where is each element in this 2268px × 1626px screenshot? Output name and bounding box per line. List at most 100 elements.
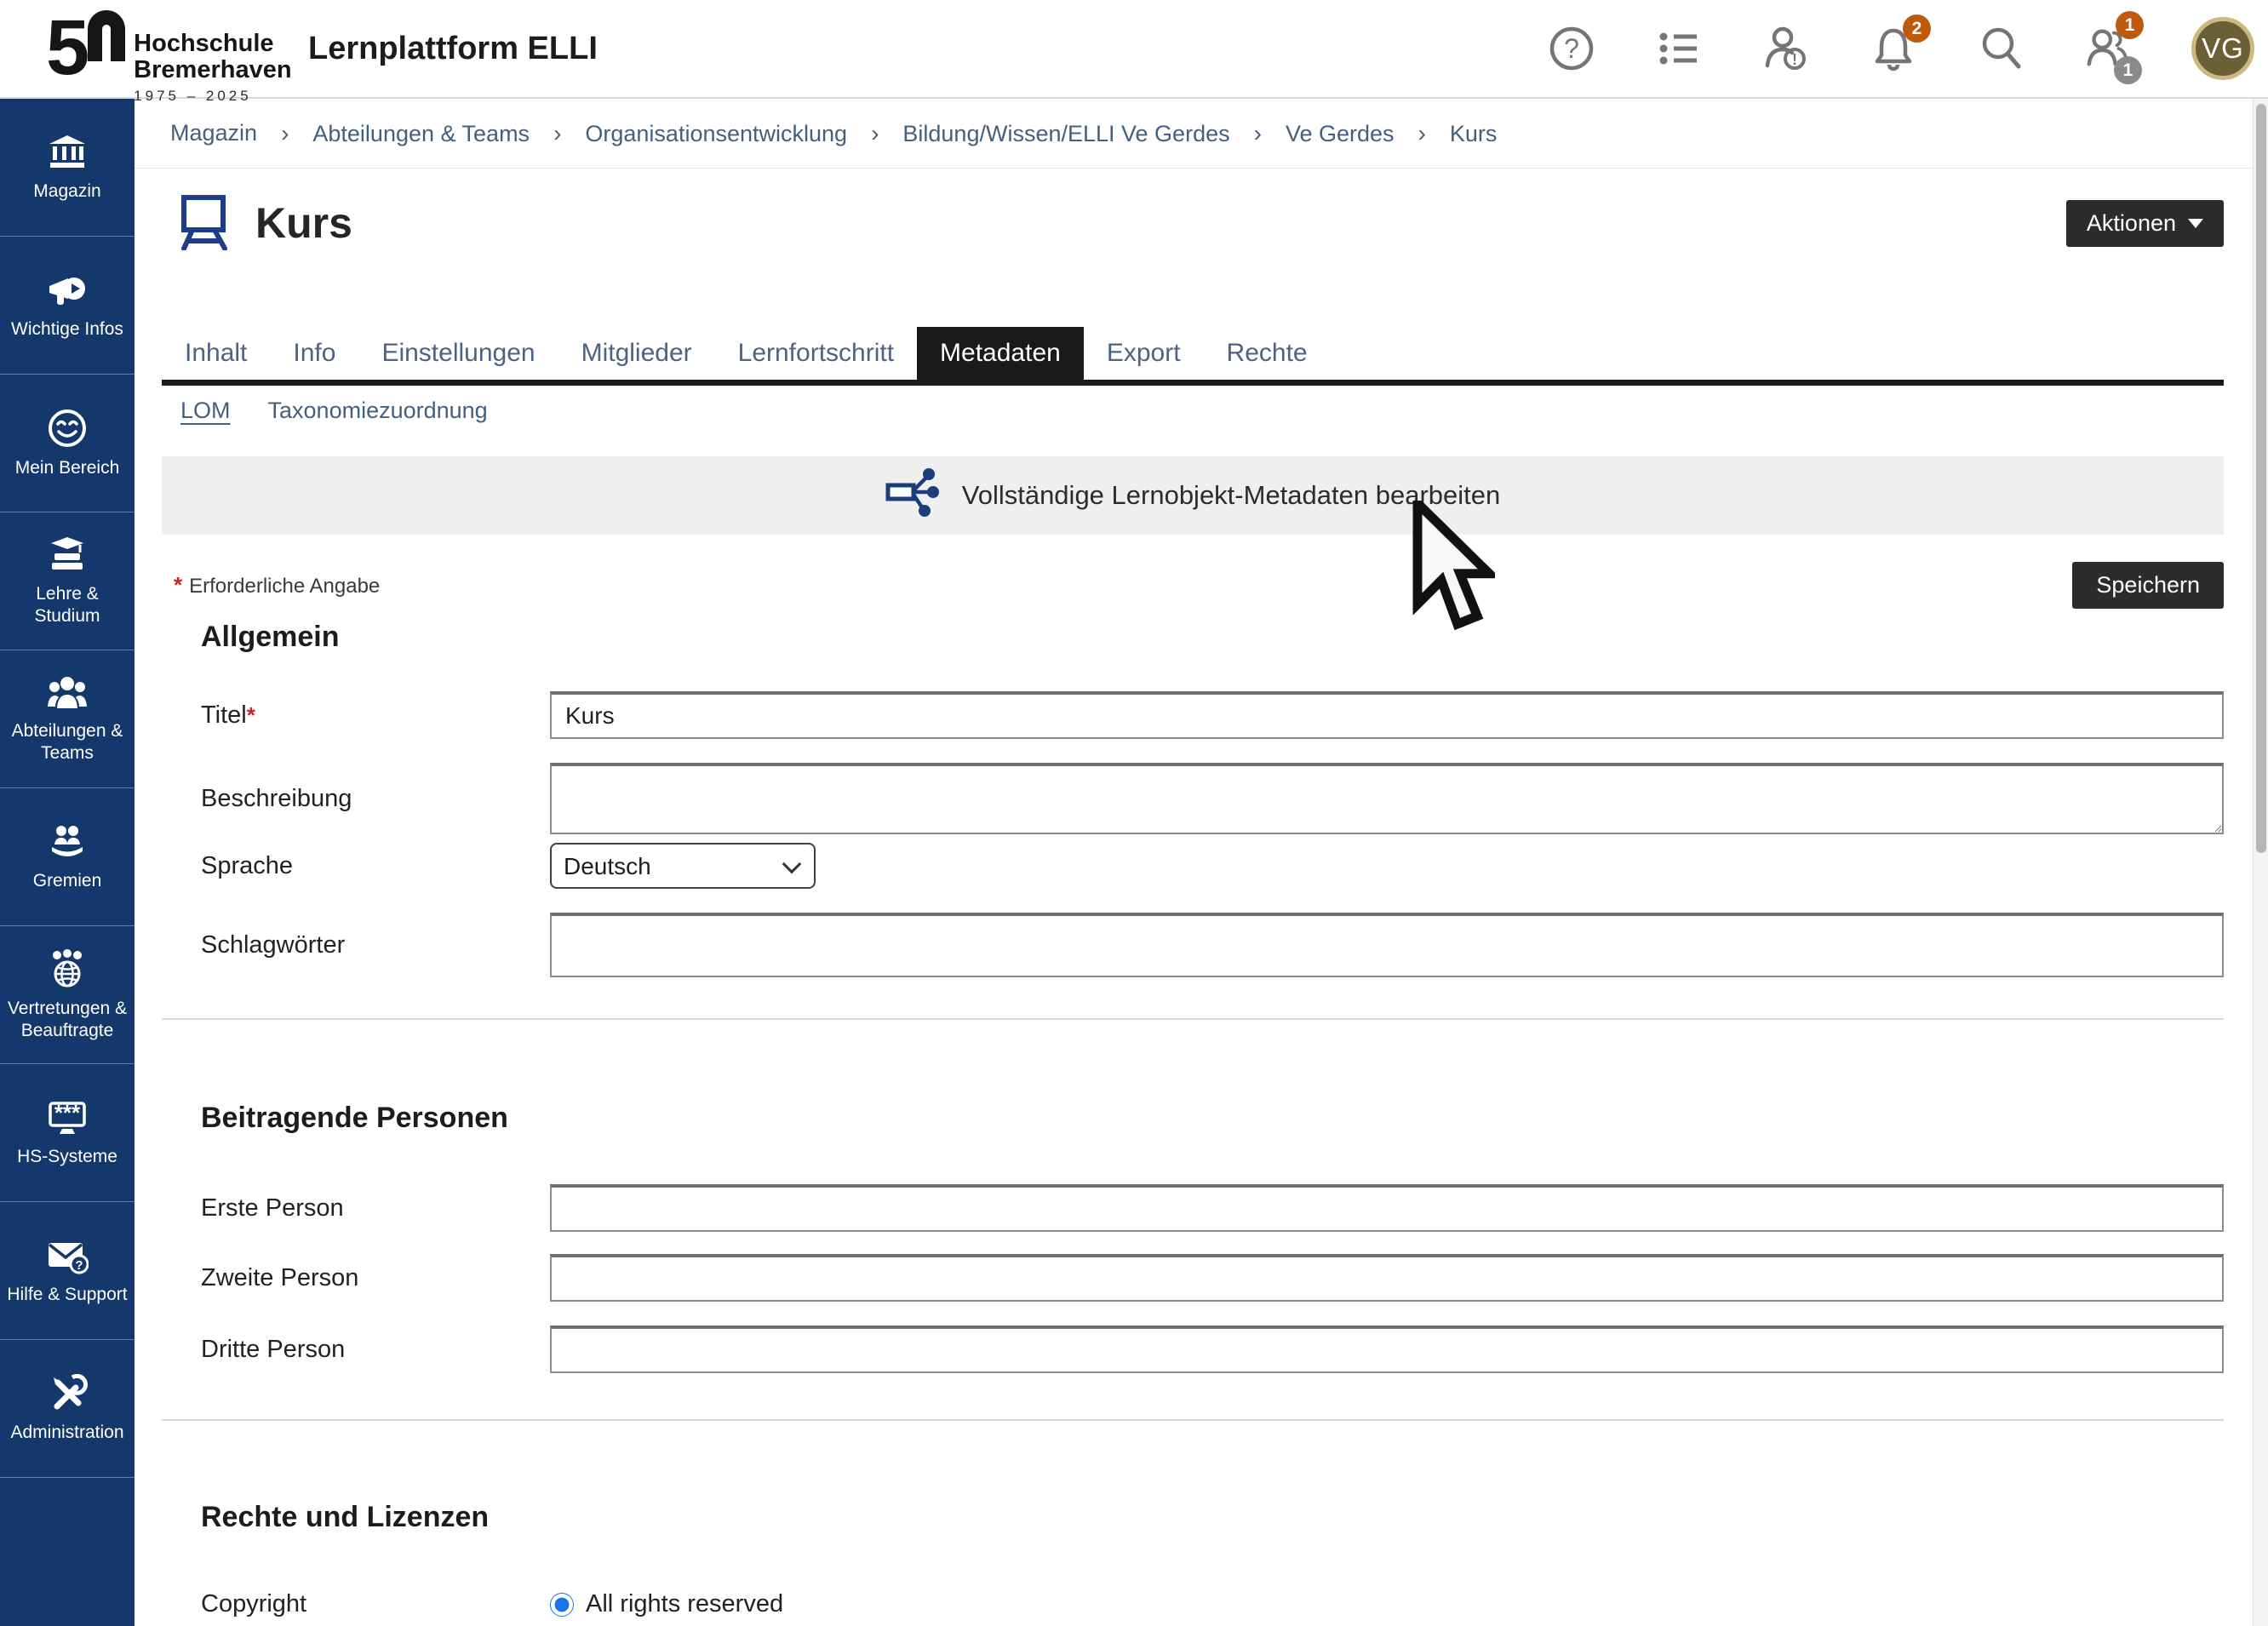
tools-icon xyxy=(47,1374,88,1413)
megaphone-icon xyxy=(46,271,89,310)
globe-people-icon xyxy=(47,948,88,989)
save-button[interactable]: Speichern xyxy=(2072,562,2224,609)
breadcrumb-item[interactable]: Magazin xyxy=(170,120,257,146)
beschreibung-textarea[interactable] xyxy=(550,763,2224,834)
logo-name-line1: Hochschule xyxy=(134,31,291,57)
main-panel: Kurs Aktionen Inhalt Info Einstellungen … xyxy=(135,192,2268,1618)
copyright-all-rights-radio[interactable] xyxy=(550,1593,574,1617)
beschreibung-label: Beschreibung xyxy=(201,785,550,813)
sidebar-item-hs-systeme[interactable]: *** HS-Systeme xyxy=(0,1064,135,1202)
dritte-person-label: Dritte Person xyxy=(201,1336,550,1364)
titel-label: Titel* xyxy=(201,701,550,730)
breadcrumb-item[interactable]: Bildung/Wissen/ELLI Ve Gerdes xyxy=(847,120,1230,147)
main-sidebar: Magazin Wichtige Infos Mein Bereich xyxy=(0,99,135,1626)
erste-person-label: Erste Person xyxy=(201,1194,550,1222)
sprache-select[interactable]: Deutsch xyxy=(550,843,816,889)
share-nodes-icon xyxy=(885,466,940,525)
form-row-erste-person: Erste Person xyxy=(162,1184,2224,1232)
sidebar-item-vertretungen-beauftragte[interactable]: Vertretungen & Beauftragte xyxy=(0,926,135,1064)
logo-number: 5 xyxy=(46,9,86,87)
sidebar-item-magazin[interactable]: Magazin xyxy=(0,99,135,237)
erste-person-input[interactable] xyxy=(550,1184,2224,1232)
caret-down-icon xyxy=(2188,219,2203,228)
section-heading-allgemein: Allgemein xyxy=(201,621,2224,654)
copyright-option-label: All rights reserved xyxy=(586,1590,783,1618)
sidebar-item-lehre-studium[interactable]: Lehre & Studium xyxy=(0,512,135,650)
schlagwoerter-label: Schlagwörter xyxy=(201,931,550,959)
scrollbar-thumb[interactable] xyxy=(2256,104,2266,853)
bank-building-icon xyxy=(47,133,88,172)
envelope-question-icon: ? xyxy=(46,1236,89,1275)
required-note-text: Erforderliche Angabe xyxy=(189,575,380,598)
sidebar-item-label: HS-Systeme xyxy=(17,1146,117,1167)
required-asterisk: * xyxy=(174,572,182,598)
page-title-row: Kurs Aktionen xyxy=(162,192,2224,254)
tab-rechte[interactable]: Rechte xyxy=(1204,327,1331,380)
sidebar-item-abteilungen-teams[interactable]: Abteilungen & Teams xyxy=(0,650,135,788)
list-menu-icon[interactable] xyxy=(1655,25,1703,72)
tab-info[interactable]: Info xyxy=(270,327,358,380)
top-header: 5 Hochschule Bremerhaven 1975 – 2025 Ler… xyxy=(0,0,2268,99)
edit-full-metadata-link[interactable]: Vollständige Lernobjekt-Metadaten bearbe… xyxy=(162,456,2224,535)
sidebar-item-label: Magazin xyxy=(33,180,100,202)
contacts-icon[interactable]: 1 1 xyxy=(2084,25,2132,72)
sidebar-item-label: Gremien xyxy=(33,870,102,891)
content-area: Magazin Abteilungen & Teams Organisation… xyxy=(135,99,2268,1626)
search-icon[interactable] xyxy=(1977,25,2025,72)
section-heading-rechte: Rechte und Lizenzen xyxy=(201,1501,2224,1534)
tab-bar: Inhalt Info Einstellungen Mitglieder Ler… xyxy=(162,327,2224,386)
sprache-label: Sprache xyxy=(201,852,550,880)
form-row-sprache: Sprache Deutsch xyxy=(162,843,2224,889)
contacts-badge-bottom: 1 xyxy=(2114,56,2142,84)
edit-full-metadata-label: Vollständige Lernobjekt-Metadaten bearbe… xyxy=(962,480,1501,511)
monitor-icon: *** xyxy=(46,1098,89,1137)
user-avatar[interactable]: VG xyxy=(2191,17,2254,80)
smiley-face-icon xyxy=(47,408,88,449)
subtab-lom[interactable]: LOM xyxy=(180,398,231,424)
sidebar-item-mein-bereich[interactable]: Mein Bereich xyxy=(0,375,135,512)
sidebar-item-administration[interactable]: Administration xyxy=(0,1340,135,1478)
tab-einstellungen[interactable]: Einstellungen xyxy=(358,327,558,380)
form-row-dritte-person: Dritte Person xyxy=(162,1325,2224,1373)
zweite-person-label: Zweite Person xyxy=(201,1264,550,1292)
sidebar-item-label: Lehre & Studium xyxy=(4,583,130,626)
books-graduation-icon xyxy=(47,535,88,575)
breadcrumb-item[interactable]: Ve Gerdes xyxy=(1230,120,1395,147)
sidebar-item-gremien[interactable]: Gremien xyxy=(0,788,135,926)
form-row-zweite-person: Zweite Person xyxy=(162,1254,2224,1302)
sidebar-item-wichtige-infos[interactable]: Wichtige Infos xyxy=(0,237,135,375)
save-button-label: Speichern xyxy=(2096,572,2200,598)
schlagwoerter-input[interactable] xyxy=(550,913,2224,977)
required-asterisk: * xyxy=(247,702,255,728)
tab-mitglieder[interactable]: Mitglieder xyxy=(558,327,715,380)
svg-text:***: *** xyxy=(54,1100,81,1125)
sidebar-item-label: Hilfe & Support xyxy=(7,1284,127,1305)
breadcrumb-item[interactable]: Organisationsentwicklung xyxy=(530,120,847,147)
subtab-taxonomiezuordnung[interactable]: Taxonomiezuordnung xyxy=(268,398,488,424)
sidebar-item-label: Mein Bereich xyxy=(15,457,120,478)
copyright-label: Copyright xyxy=(201,1590,550,1618)
sidebar-item-label: Wichtige Infos xyxy=(11,318,123,340)
tab-metadaten[interactable]: Metadaten xyxy=(917,327,1084,380)
actions-button[interactable]: Aktionen xyxy=(2066,200,2224,247)
tab-inhalt[interactable]: Inhalt xyxy=(162,327,270,380)
tab-export[interactable]: Export xyxy=(1084,327,1204,380)
breadcrumb-item-current: Kurs xyxy=(1395,120,1498,147)
notifications-bell-icon[interactable]: 2 xyxy=(1870,25,1917,72)
titel-input[interactable] xyxy=(550,691,2224,739)
actions-button-label: Aktionen xyxy=(2087,210,2176,237)
contacts-badge-top: 1 xyxy=(2116,11,2144,39)
zweite-person-input[interactable] xyxy=(550,1254,2224,1302)
sprache-select-wrap: Deutsch xyxy=(550,843,816,889)
section-divider xyxy=(162,1419,2224,1421)
dritte-person-input[interactable] xyxy=(550,1325,2224,1373)
section-heading-beitragende: Beitragende Personen xyxy=(201,1102,2224,1135)
tab-lernfortschritt[interactable]: Lernfortschritt xyxy=(715,327,917,380)
breadcrumb-item[interactable]: Abteilungen & Teams xyxy=(257,120,530,147)
awareness-user-status-icon[interactable]: ! xyxy=(1762,25,1810,72)
help-icon[interactable]: ? xyxy=(1548,25,1595,72)
sidebar-item-hilfe-support[interactable]: ? Hilfe & Support xyxy=(0,1202,135,1340)
form-toolbar: * Erforderliche Angabe Speichern xyxy=(162,562,2224,609)
svg-text:!: ! xyxy=(1792,51,1797,68)
form-row-titel: Titel* xyxy=(162,691,2224,739)
